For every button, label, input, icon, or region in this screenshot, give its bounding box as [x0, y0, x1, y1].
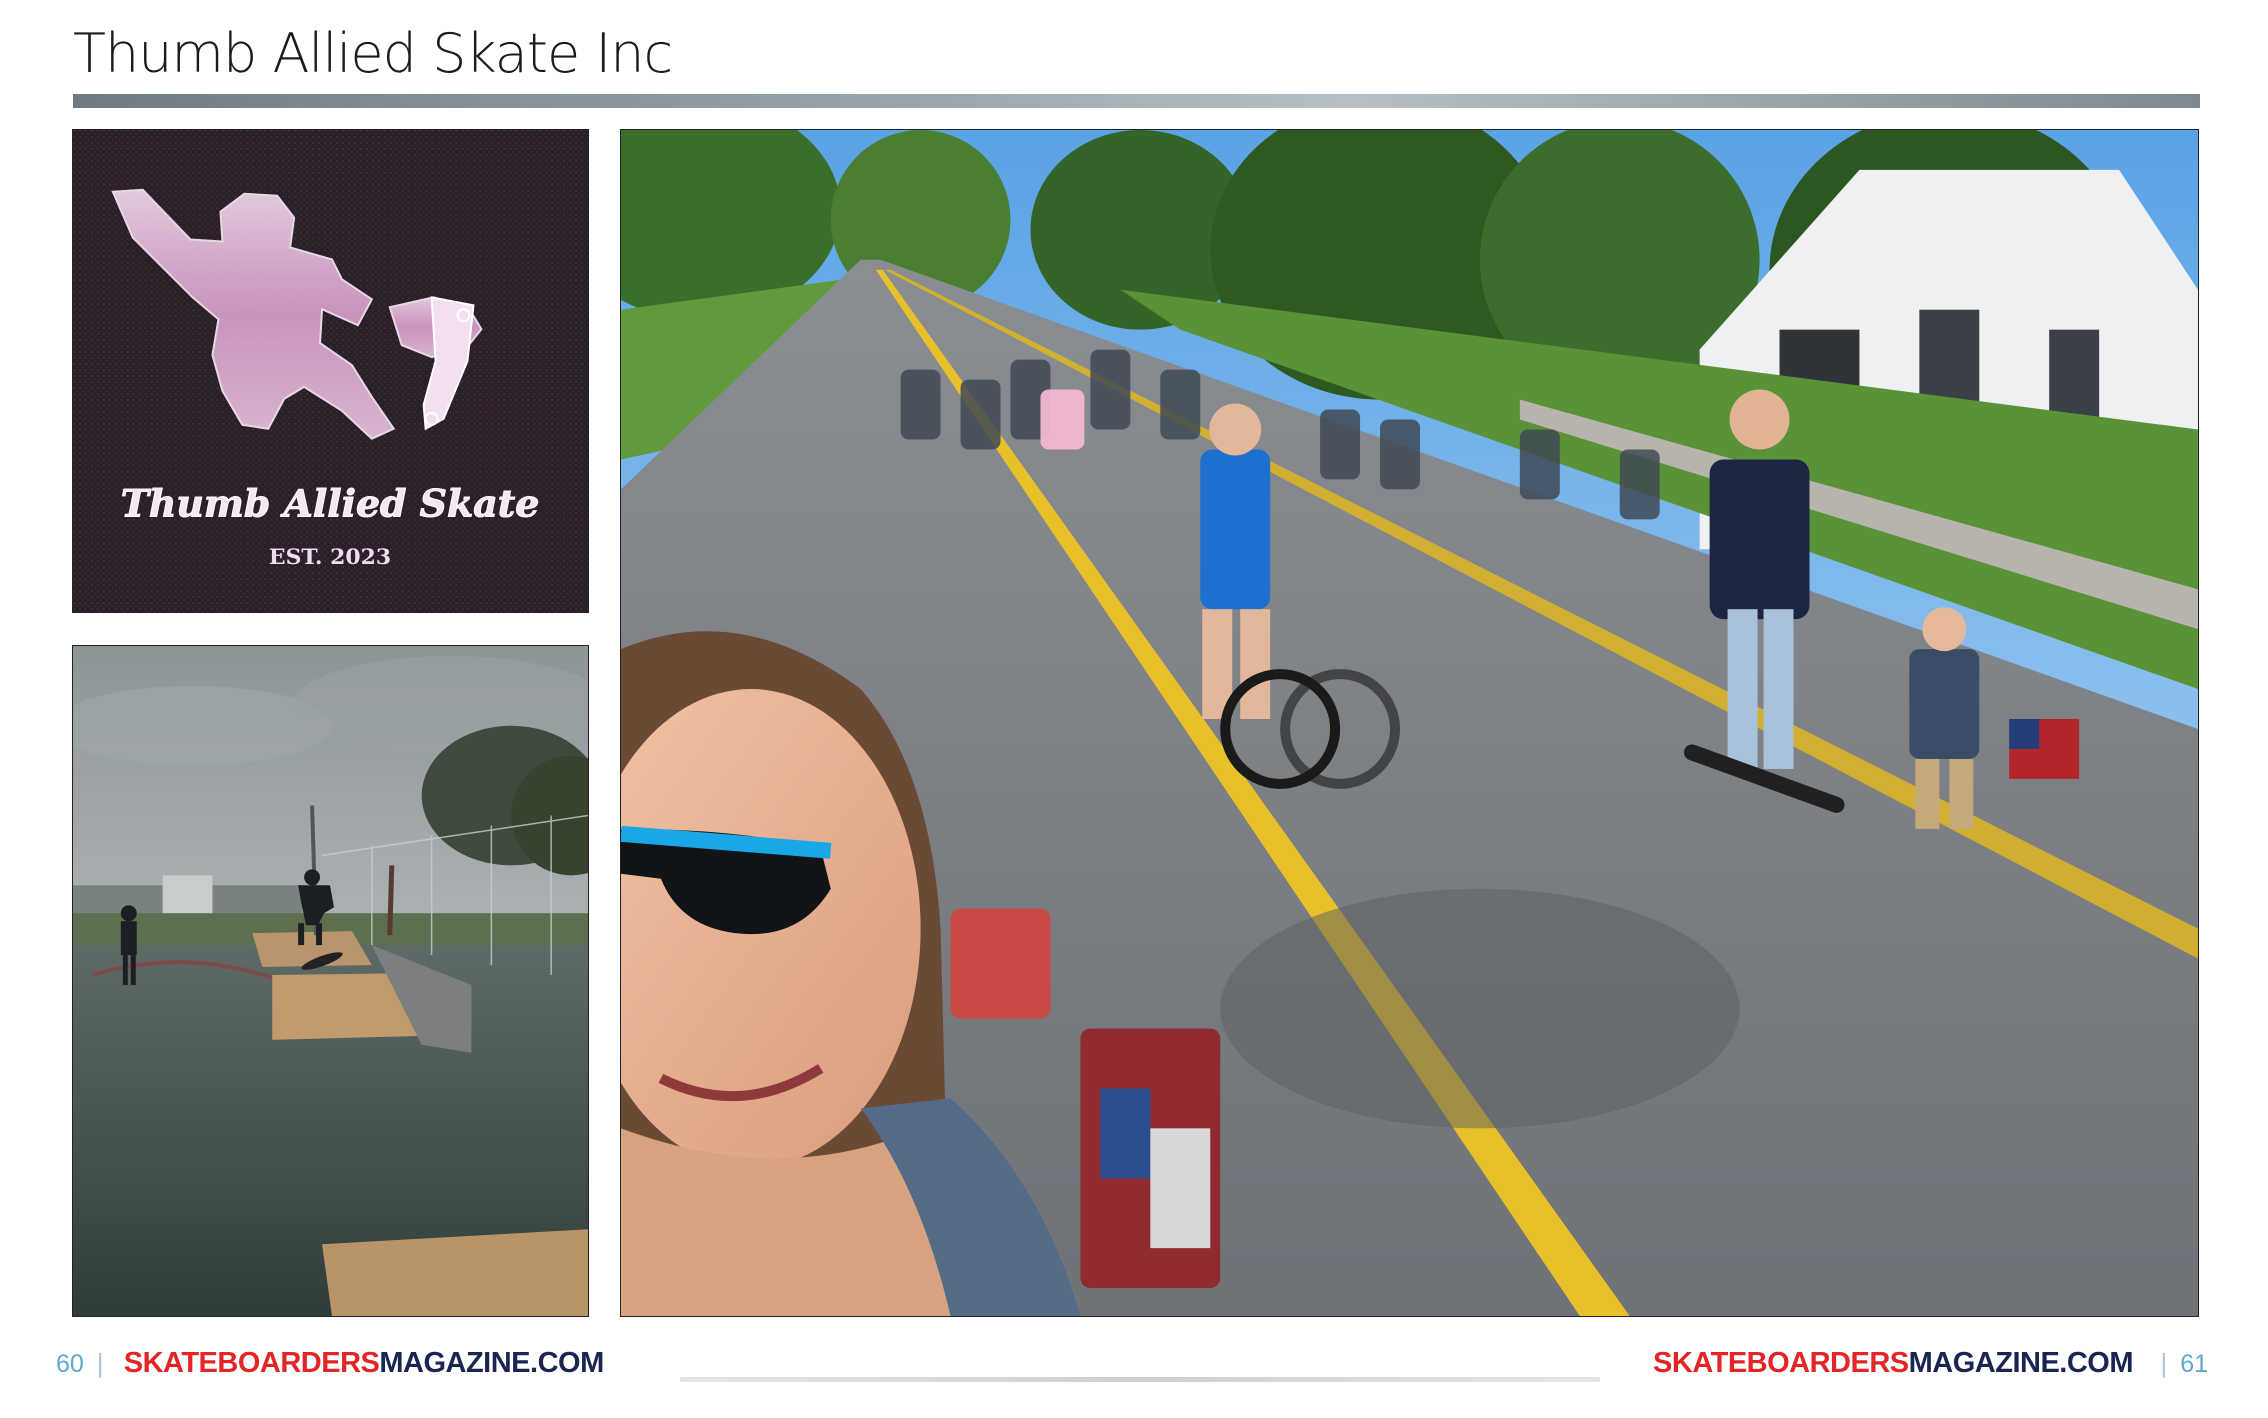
footer-left: 60 | SKATEBOARDERSMAGAZINE.COM [56, 1343, 604, 1383]
page-number-divider: | [2140, 1348, 2173, 1378]
skatepark-image [73, 646, 588, 1316]
logo-est: EST. 2023 [269, 544, 391, 570]
parade-photo [620, 129, 2199, 1317]
footer-brand-red: SKATEBOARDERS [1653, 1347, 1909, 1379]
page-title: Thumb Allied Skate Inc [73, 22, 673, 85]
logo-wordmark: Thumb Allied Skate [121, 480, 540, 525]
page-number-right: 61 [2180, 1350, 2208, 1378]
title-divider [73, 94, 2200, 108]
footer-brand-navy: MAGAZINE.COM [1908, 1347, 2134, 1379]
logo-photo: Thumb Allied Skate EST. 2023 [72, 129, 589, 613]
page-number-left: 60 [56, 1350, 84, 1378]
footer-brand-navy: MAGAZINE.COM [379, 1347, 604, 1379]
magazine-spread: Thumb Allied Skate Inc Thumb Allied Skat… [0, 0, 2268, 1418]
footer-right: SKATEBOARDERSMAGAZINE.COM | 61 [1653, 1343, 2208, 1383]
footer-brand-red: SKATEBOARDERS [123, 1347, 380, 1379]
thumb-allied-skate-logo: Thumb Allied Skate EST. 2023 [73, 130, 588, 612]
page-number-divider: | [91, 1348, 116, 1378]
footer-divider [680, 1377, 1600, 1382]
skatepark-photo [72, 645, 589, 1317]
parade-image [621, 130, 2198, 1316]
